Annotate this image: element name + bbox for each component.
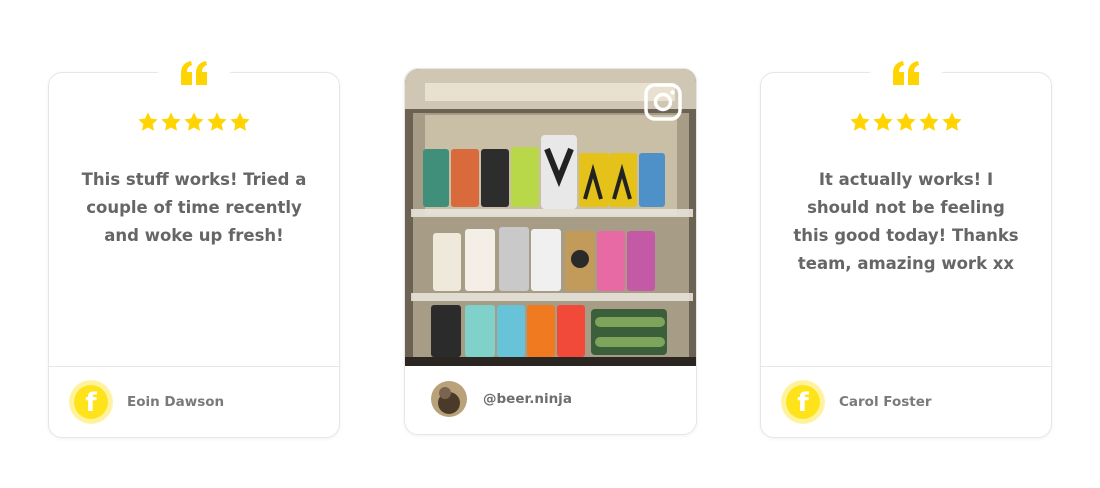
review-card: It actually works! I should not be feeli…: [760, 57, 1052, 438]
instagram-footer: @beer.ninja: [405, 364, 696, 434]
star-icon: [184, 112, 204, 131]
quote-icon: [158, 57, 230, 89]
review-text: It actually works! I should not be feeli…: [793, 170, 1019, 273]
avatar[interactable]: [431, 381, 467, 417]
review-author: Eoin Dawson: [127, 394, 225, 410]
instagram-post-card[interactable]: @beer.ninja: [404, 68, 697, 435]
facebook-icon[interactable]: f: [69, 380, 113, 424]
star-icon: [896, 112, 916, 131]
rating-stars: [761, 111, 1051, 133]
review-author: Carol Foster: [839, 394, 932, 410]
star-icon: [942, 112, 962, 131]
fridge-full-of-beer-cans-photo[interactable]: [405, 69, 696, 366]
quote-icon: [870, 57, 942, 89]
review-footer: f Eoin Dawson: [49, 366, 339, 437]
star-icon: [161, 112, 181, 131]
star-icon: [207, 112, 227, 131]
facebook-icon[interactable]: f: [781, 380, 825, 424]
star-icon: [873, 112, 893, 131]
instagram-handle[interactable]: @beer.ninja: [483, 391, 572, 407]
star-icon: [138, 112, 158, 131]
review-card: This stuff works! Tried a couple of time…: [48, 57, 340, 438]
review-text: This stuff works! Tried a couple of time…: [81, 170, 307, 245]
review-footer: f Carol Foster: [761, 366, 1051, 437]
rating-stars: [49, 111, 339, 133]
star-icon: [230, 112, 250, 131]
star-icon: [919, 112, 939, 131]
star-icon: [850, 112, 870, 131]
instagram-icon[interactable]: [644, 83, 682, 121]
